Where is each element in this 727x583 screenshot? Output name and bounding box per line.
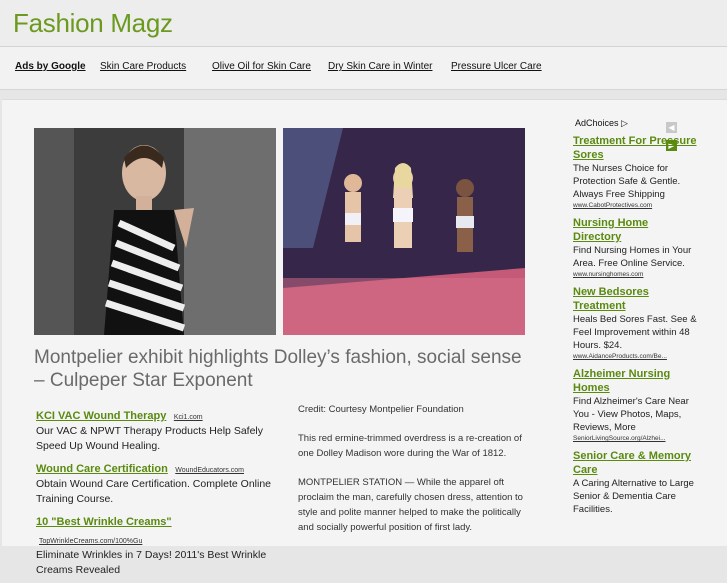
side-ad-text: A Caring Alternative to Large Senior & D… — [573, 478, 694, 515]
ad-link-pressure-ulcer[interactable]: Pressure Ulcer Care — [451, 61, 542, 72]
side-ad-url[interactable]: www.AidanceProducts.com/Be... — [573, 352, 698, 362]
site-header: Fashion Magz — [0, 0, 727, 47]
left-ad: Wound Care Certification WoundEducators.… — [36, 459, 281, 507]
ad-link-bar: Ads by Google Skin Care Products Olive O… — [0, 47, 727, 90]
side-ad: New Bedsores Treatment Heals Bed Sores F… — [573, 285, 698, 362]
side-ad: Alzheimer Nursing Homes Find Alzheimer's… — [573, 367, 698, 444]
left-ad-url[interactable]: TopWrinkleCreams.com/100%Gu — [39, 538, 142, 545]
side-ad-text: Find Alzheimer's Care Near You - View Ph… — [573, 396, 689, 433]
adchoices-label[interactable]: AdChoices ▷ — [575, 118, 628, 129]
ad-link-skin-care-products[interactable]: Skin Care Products — [100, 61, 186, 72]
photo-credit: Credit: Courtesy Montpelier Foundation — [298, 404, 464, 415]
left-ad-text: Obtain Wound Care Certification. Complet… — [36, 478, 272, 505]
side-ad-title[interactable]: New Bedsores Treatment — [573, 285, 698, 313]
runway-model-illustration — [34, 128, 276, 335]
left-ad: KCI VAC Wound Therapy Kci1.com Our VAC &… — [36, 406, 281, 454]
left-ad-text: Eliminate Wrinkles in 7 Days! 2011's Bes… — [36, 549, 267, 576]
left-ad: 10 "Best Wrinkle Creams" TopWrinkleCream… — [36, 512, 281, 578]
side-ad-title[interactable]: Senior Care & Memory Care — [573, 449, 698, 477]
side-ad-title[interactable]: Treatment For Pressure Sores — [573, 134, 698, 162]
ads-by-google-label[interactable]: Ads by Google — [15, 61, 86, 72]
left-ad-title[interactable]: Wound Care Certification — [36, 463, 168, 475]
side-ad-url[interactable]: SeniorLivingSource.org/Alzhei... — [573, 434, 698, 444]
side-ad: Senior Care & Memory Care A Caring Alter… — [573, 449, 698, 516]
side-ad-text: The Nurses Choice for Protection Safe & … — [573, 163, 681, 200]
left-ad-list: KCI VAC Wound Therapy Kci1.com Our VAC &… — [36, 406, 281, 583]
left-ad-url[interactable]: Kci1.com — [174, 414, 203, 421]
left-ad-text: Our VAC & NPWT Therapy Products Help Saf… — [36, 425, 264, 452]
side-ad-list: Treatment For Pressure Sores The Nurses … — [573, 134, 698, 521]
side-ad: Nursing Home Directory Find Nursing Home… — [573, 216, 698, 280]
article-headline[interactable]: Montpelier exhibit highlights Dolley’s f… — [34, 346, 534, 392]
ad-link-olive-oil[interactable]: Olive Oil for Skin Care — [212, 61, 311, 72]
main-content: Montpelier exhibit highlights Dolley’s f… — [2, 99, 727, 576]
side-ad: Treatment For Pressure Sores The Nurses … — [573, 134, 698, 211]
fashion-photo-show[interactable] — [283, 128, 525, 335]
chevron-left-icon[interactable]: ◀ — [666, 122, 677, 133]
site-title[interactable]: Fashion Magz — [13, 8, 173, 39]
left-ad-title[interactable]: KCI VAC Wound Therapy — [36, 410, 166, 422]
article-paragraph: This red ermine-trimmed overdress is a r… — [298, 433, 522, 459]
side-ad-title[interactable]: Nursing Home Directory — [573, 216, 698, 244]
side-ad-title[interactable]: Alzheimer Nursing Homes — [573, 367, 698, 395]
left-ad-title[interactable]: 10 "Best Wrinkle Creams" — [36, 516, 172, 528]
fashion-photo-runway[interactable] — [34, 128, 276, 335]
article-paragraph: MONTPELIER STATION — While the apparel o… — [298, 477, 523, 533]
ad-link-dry-skin-care[interactable]: Dry Skin Care in Winter — [328, 61, 432, 72]
left-ad-url[interactable]: WoundEducators.com — [175, 467, 244, 474]
side-ad-text: Find Nursing Homes in Your Area. Free On… — [573, 245, 692, 269]
side-ad-url[interactable]: www.CabotProtectives.com — [573, 201, 698, 211]
side-ad-url[interactable]: www.nursinghomes.com — [573, 270, 698, 280]
fashion-show-illustration — [283, 128, 525, 335]
article-body: Credit: Courtesy Montpelier Foundation T… — [298, 402, 528, 549]
side-ad-text: Heals Bed Sores Fast. See & Feel Improve… — [573, 314, 697, 351]
